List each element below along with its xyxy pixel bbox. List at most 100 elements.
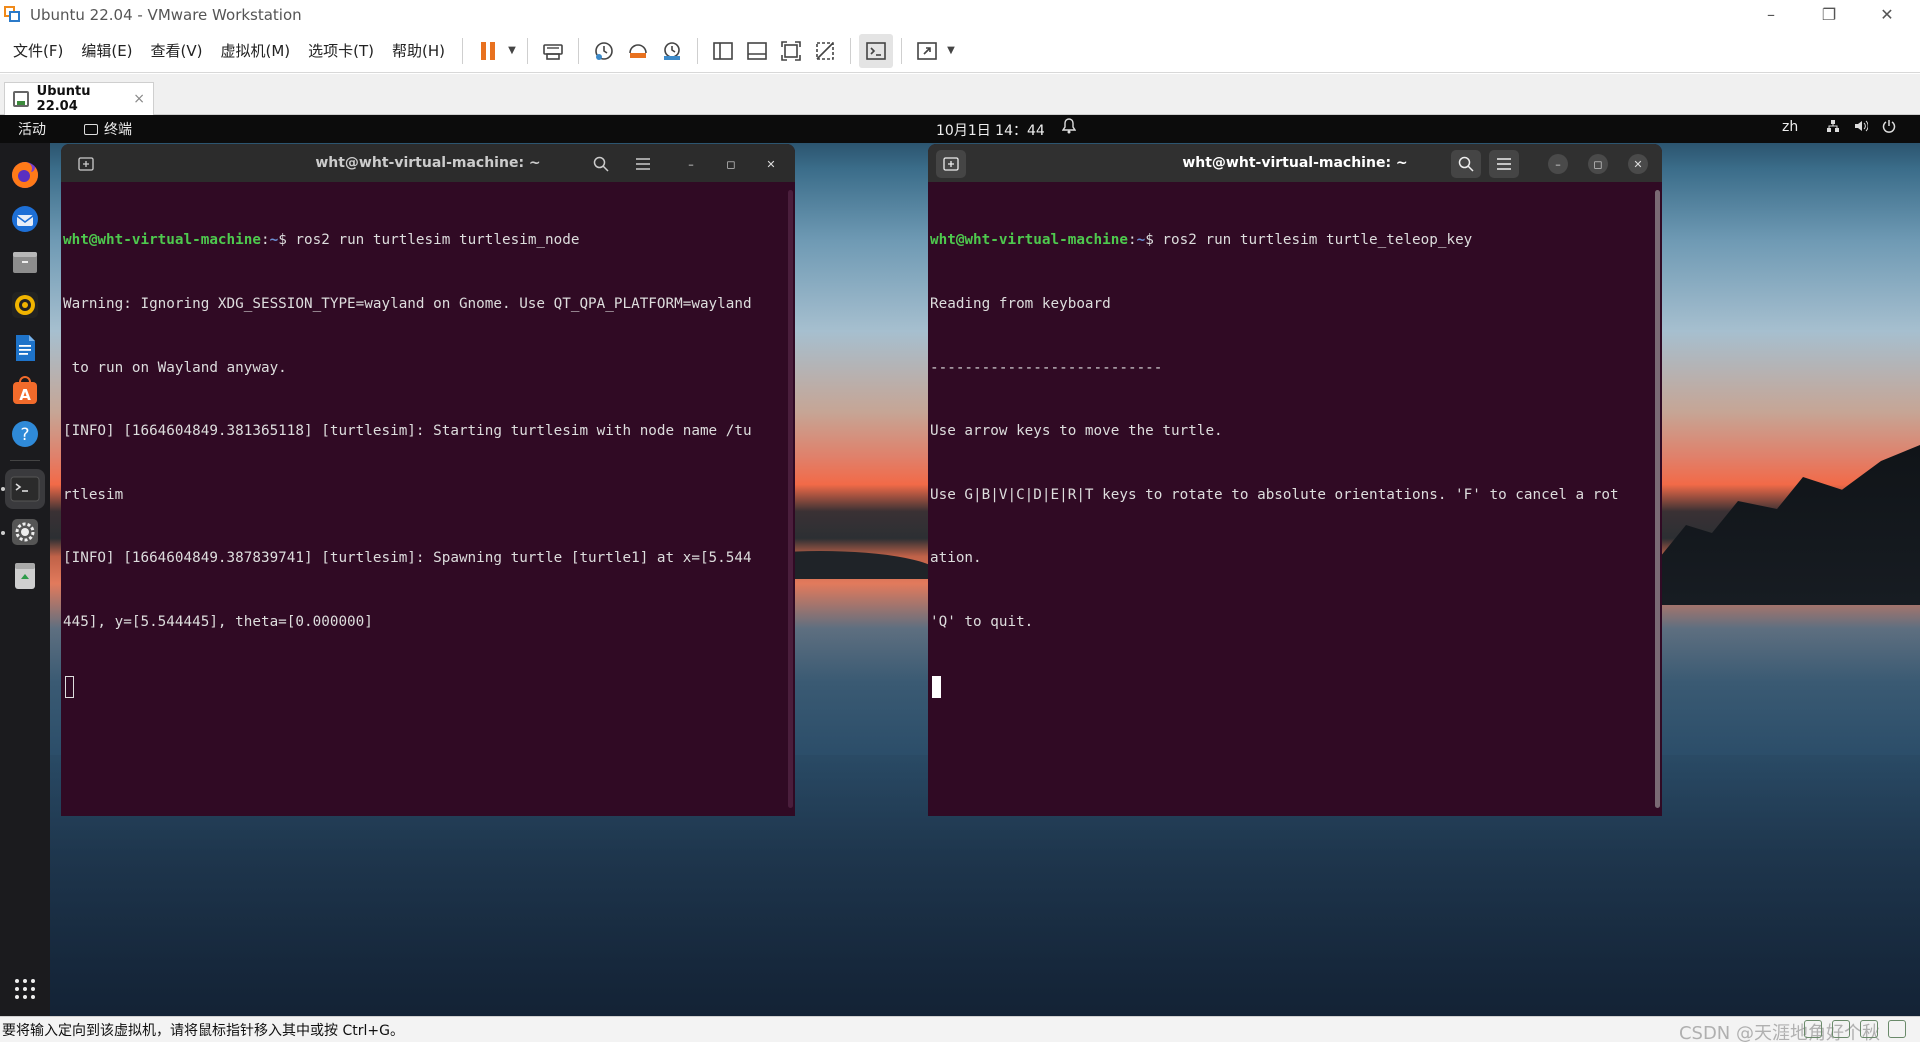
svg-text:?: ? (20, 425, 29, 445)
prompt-symbol: $ (278, 232, 296, 249)
prompt-line: wht@wht-virtual-machine:~$ ros2 run turt… (61, 230, 795, 251)
guest-desktop[interactable]: 活动 终端 10月1日 14：44 zh A ? wht@wht-virtual… (0, 115, 1920, 1016)
search-icon[interactable] (1451, 150, 1481, 178)
software-icon[interactable]: A (5, 371, 45, 411)
sound-card-icon[interactable] (1888, 1020, 1906, 1038)
input-method-indicator[interactable]: zh (1782, 119, 1798, 135)
terminal-headerbar[interactable]: wht@wht-virtual-machine: ~ – ◻ ✕ (61, 144, 795, 182)
prompt-symbol: $ (1145, 232, 1163, 249)
terminal-headerbar[interactable]: wht@wht-virtual-machine: ~ – ◻ ✕ (928, 144, 1662, 182)
network-icon (1827, 120, 1839, 132)
menu-vm[interactable]: 虚拟机(M) (212, 36, 300, 66)
minimize-button[interactable]: – (1742, 0, 1800, 29)
menu-view[interactable]: 查看(V) (142, 36, 212, 66)
menu-file[interactable]: 文件(F) (4, 36, 72, 66)
console-view-icon[interactable] (859, 33, 894, 68)
writer-icon[interactable] (5, 328, 45, 368)
terminal-icon[interactable] (5, 469, 45, 509)
volume-icon (1855, 120, 1868, 132)
minimize-icon[interactable]: – (1548, 154, 1568, 174)
scrollbar[interactable] (1655, 190, 1660, 808)
full-screen-icon[interactable] (774, 34, 808, 68)
tab-ubuntu[interactable]: Ubuntu 22.04 × (4, 82, 154, 115)
close-icon[interactable]: ✕ (1628, 154, 1648, 174)
close-icon[interactable]: ✕ (761, 154, 781, 174)
vmware-titlebar: Ubuntu 22.04 - VMware Workstation – ❐ ✕ (0, 0, 1920, 29)
terminal-window-turtlesim[interactable]: wht@wht-virtual-machine: ~ – ◻ ✕ wht@wht… (61, 144, 795, 816)
bell-icon[interactable] (1061, 118, 1077, 138)
revert-snapshot-icon[interactable] (621, 34, 655, 68)
status-message: 要将输入定向到该虚拟机，请将鼠标指针移入其中或按 Ctrl+G。 (2, 1022, 404, 1039)
help-icon[interactable]: ? (5, 414, 45, 454)
output-line: to run on Wayland anyway. (63, 359, 287, 376)
toolbar-separator (697, 37, 699, 64)
clock[interactable]: 10月1日 14：44 (936, 120, 1045, 140)
library-icon[interactable] (706, 34, 740, 68)
hamburger-menu-icon[interactable] (1489, 150, 1519, 178)
terminal-output[interactable]: wht@wht-virtual-machine:~$ ros2 run turt… (928, 182, 1662, 816)
output-line: Warning: Ignoring XDG_SESSION_TYPE=wayla… (63, 296, 752, 312)
menu-edit[interactable]: 编辑(E) (72, 36, 141, 66)
stretch-guest-icon[interactable] (910, 34, 944, 68)
tab-close-icon[interactable]: × (133, 91, 145, 107)
menu-tabs[interactable]: 选项卡(T) (299, 36, 383, 66)
tab-label: Ubuntu 22.04 (36, 84, 91, 114)
prompt-path: ~ (269, 232, 279, 249)
toolbar-separator (850, 37, 852, 64)
output-line: [INFO] [1664604849.381365118] [turtlesim… (63, 423, 752, 440)
command-text: ros2 run turtlesim turtle_teleop_key (1162, 232, 1473, 249)
wallpaper-treeline (1660, 445, 1920, 605)
hdd-icon[interactable] (1804, 1020, 1822, 1038)
minimize-icon[interactable]: – (681, 154, 701, 174)
prompt-separator: : (1127, 232, 1137, 249)
settings-icon[interactable] (5, 512, 45, 552)
menu-help[interactable]: 帮助(H) (383, 36, 454, 66)
hamburger-menu-icon[interactable] (628, 150, 658, 178)
vm-icon (13, 91, 29, 107)
output-line: 445], y=[5.544445], theta=[0.000000] (63, 613, 373, 630)
toolbar-separator (901, 37, 903, 64)
text-cursor (932, 675, 941, 698)
unity-icon[interactable] (808, 34, 842, 68)
vmware-menubar: 文件(F) 编辑(E) 查看(V) 虚拟机(M) 选项卡(T) 帮助(H) ▼ … (0, 29, 1920, 73)
files-icon[interactable] (5, 242, 45, 282)
output-line: ation. (930, 550, 982, 567)
firefox-icon[interactable] (5, 155, 45, 195)
toolbar-separator (462, 37, 464, 64)
output-line: 'Q' to quit. (930, 613, 1034, 630)
text-cursor (65, 675, 74, 698)
svg-text:A: A (19, 386, 31, 404)
send-keys-icon[interactable] (536, 34, 570, 68)
output-line: Reading from keyboard (930, 296, 1111, 312)
chevron-down-icon[interactable]: ▼ (944, 34, 958, 68)
terminal-window-teleop[interactable]: wht@wht-virtual-machine: ~ – ◻ ✕ wht@wht… (928, 144, 1662, 816)
chevron-down-icon[interactable]: ▼ (505, 34, 519, 68)
terminal-output[interactable]: wht@wht-virtual-machine:~$ ros2 run turt… (61, 182, 795, 816)
trash-icon[interactable] (5, 555, 45, 595)
snapshot-manager-icon[interactable] (655, 34, 689, 68)
window-title: Ubuntu 22.04 - VMware Workstation (30, 5, 302, 24)
maximize-icon[interactable]: ◻ (721, 154, 741, 174)
cdrom-icon[interactable] (1832, 1020, 1850, 1038)
scrollbar[interactable] (788, 190, 793, 808)
prompt-line: wht@wht-virtual-machine:~$ ros2 run turt… (928, 230, 1662, 251)
activities-button[interactable]: 活动 (18, 119, 46, 139)
snapshot-icon[interactable] (587, 34, 621, 68)
thunderbird-icon[interactable] (5, 199, 45, 239)
output-line: Use arrow keys to move the turtle. (930, 423, 1223, 440)
restore-button[interactable]: ❐ (1800, 0, 1858, 29)
pause-icon[interactable] (471, 34, 505, 68)
output-line: Use G|B|V|C|D|E|R|T keys to rotate to ab… (930, 486, 1619, 503)
app-grid-icon[interactable] (5, 969, 45, 1009)
vmware-tabbar: Ubuntu 22.04 × (0, 74, 1920, 115)
maximize-icon[interactable]: ◻ (1588, 154, 1608, 174)
close-button[interactable]: ✕ (1858, 0, 1916, 29)
system-menu[interactable] (1826, 119, 1896, 133)
prompt-separator: : (260, 232, 270, 249)
app-menu-label: 终端 (104, 122, 132, 138)
app-menu[interactable]: 终端 (84, 119, 132, 139)
rhythmbox-icon[interactable] (5, 285, 45, 325)
thumbnail-bar-icon[interactable] (740, 34, 774, 68)
network-adapter-icon[interactable] (1860, 1020, 1878, 1038)
search-icon[interactable] (586, 150, 616, 178)
